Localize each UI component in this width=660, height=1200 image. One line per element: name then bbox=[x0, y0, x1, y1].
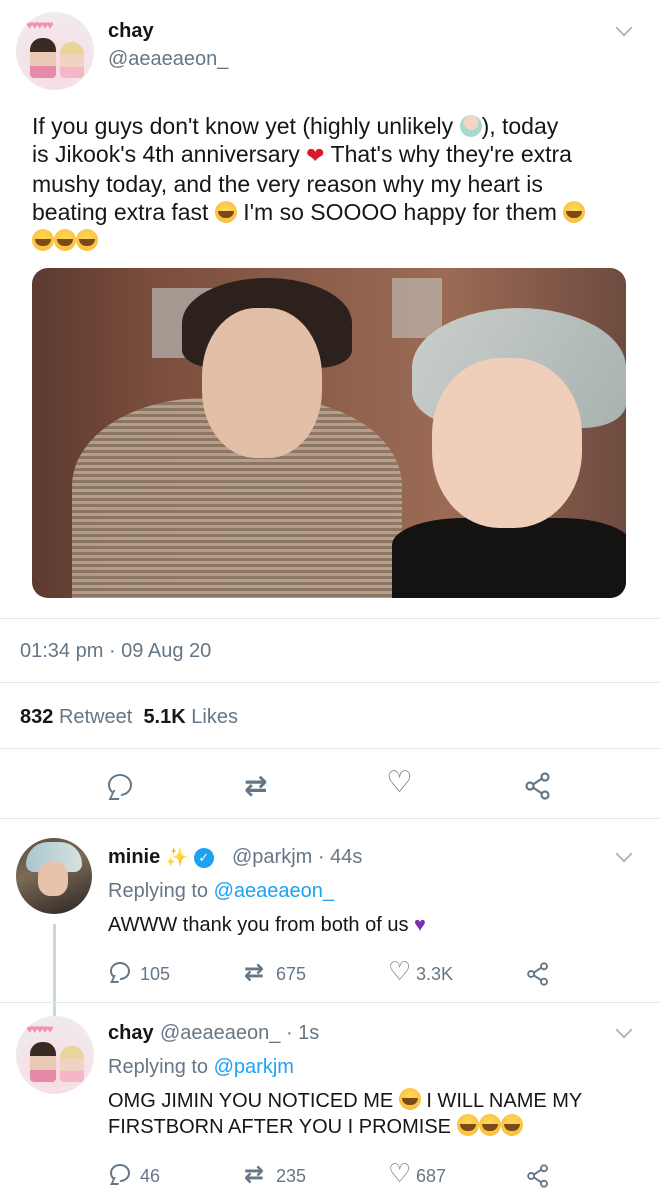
chevron-down-icon[interactable] bbox=[615, 1021, 633, 1039]
reply-author-name[interactable]: chay bbox=[108, 1022, 154, 1045]
reply-icon[interactable] bbox=[110, 1164, 130, 1182]
verified-badge-icon: ✓ bbox=[193, 848, 214, 868]
share-icon[interactable] bbox=[526, 962, 550, 986]
crying-emoji bbox=[478, 1114, 501, 1136]
crying-emoji bbox=[214, 201, 237, 223]
divider bbox=[0, 1002, 660, 1003]
retweet-count: 235 bbox=[276, 1166, 307, 1186]
tweet-text-line1b: ), today bbox=[481, 113, 559, 139]
tweet-timestamp[interactable]: 01:34 pm · 09 Aug 20 bbox=[20, 640, 211, 663]
avatar-figure-left bbox=[30, 38, 56, 78]
tweet-text: If you guys don't know yet (highly unlik… bbox=[32, 112, 632, 254]
reply-icon[interactable] bbox=[108, 774, 132, 796]
tweet-photo[interactable] bbox=[32, 268, 626, 598]
likes-label[interactable]: Likes bbox=[191, 706, 238, 728]
purple-heart-emoji: ♥ bbox=[414, 914, 426, 936]
reply-author-handle[interactable]: @parkjm · 44s bbox=[232, 846, 362, 869]
retweet-count: 675 bbox=[276, 964, 307, 984]
reply-avatar[interactable] bbox=[16, 838, 92, 914]
avatar-figure-right bbox=[60, 42, 84, 78]
retweet-count[interactable]: 832 bbox=[20, 706, 53, 728]
like-count[interactable]: 5.1K bbox=[143, 706, 185, 728]
chevron-down-icon[interactable] bbox=[615, 845, 633, 863]
divider bbox=[0, 618, 660, 619]
author-avatar[interactable]: ♥♥♥♥♥ bbox=[16, 12, 94, 90]
person-shrugging-emoji bbox=[459, 115, 482, 137]
retweet-icon[interactable]: ⇄ bbox=[244, 1160, 264, 1189]
chevron-down-icon[interactable] bbox=[615, 19, 633, 37]
share-icon[interactable] bbox=[524, 772, 552, 800]
reply-icon[interactable] bbox=[110, 962, 130, 980]
reply-text: OMG JIMIN YOU NOTICED ME I WILL NAME MY … bbox=[108, 1088, 583, 1138]
heart-icon[interactable]: ♡ bbox=[388, 1158, 411, 1189]
crying-emoji bbox=[76, 229, 98, 251]
crying-emoji bbox=[32, 229, 54, 251]
red-heart-emoji: ❤ bbox=[306, 143, 325, 168]
divider bbox=[0, 818, 660, 819]
like-count: 3.3K bbox=[416, 964, 454, 984]
tweet-text-line3: mushy today, and the very reason why my … bbox=[32, 171, 543, 197]
crying-emoji bbox=[398, 1088, 421, 1110]
like-count: 687 bbox=[416, 1166, 447, 1186]
tweet-text-line2a: is Jikook's 4th anniversary bbox=[32, 141, 307, 167]
tweet-text-line2b: That's why they're extra bbox=[324, 141, 572, 167]
reply-count: 46 bbox=[140, 1166, 161, 1186]
replying-to-link[interactable]: @parkjm bbox=[214, 1056, 294, 1078]
replying-to: Replying to @parkjm bbox=[108, 1056, 294, 1078]
sparkles-emoji: ✨ bbox=[165, 847, 189, 867]
crying-emoji bbox=[500, 1114, 523, 1136]
crying-emoji bbox=[456, 1114, 479, 1136]
author-name[interactable]: chay bbox=[108, 20, 154, 43]
author-handle[interactable]: @aeaeaeon_ bbox=[108, 48, 228, 71]
tweet-text-line4a: beating extra fast bbox=[32, 199, 215, 225]
replying-to-link[interactable]: @aeaeaeon_ bbox=[214, 880, 334, 902]
reply-avatar[interactable]: ♥♥♥♥♥ bbox=[16, 1016, 94, 1094]
retweet-icon[interactable]: ⇄ bbox=[244, 772, 267, 800]
retweet-label[interactable]: Retweet bbox=[59, 706, 132, 728]
retweet-icon[interactable]: ⇄ bbox=[244, 958, 264, 987]
divider bbox=[0, 748, 660, 749]
share-icon[interactable] bbox=[526, 1164, 550, 1188]
crying-emoji bbox=[54, 229, 76, 251]
hearts-decoration: ♥♥♥♥♥ bbox=[26, 1022, 54, 1036]
reply-count: 105 bbox=[140, 964, 171, 984]
heart-icon[interactable]: ♡ bbox=[388, 956, 411, 987]
tweet-text-line1: If you guys don't know yet (highly unlik… bbox=[32, 113, 460, 139]
hearts-decoration: ♥♥♥♥♥ bbox=[26, 18, 54, 32]
reply-text: AWWW thank you from both of us ♥ bbox=[108, 914, 426, 936]
reply-author-name[interactable]: minie ✨ ✓ bbox=[108, 846, 214, 869]
reply-author-handle[interactable]: @aeaeaeon_ · 1s bbox=[160, 1022, 319, 1045]
tweet-text-line4b: I'm so SOOOO happy for them bbox=[236, 199, 564, 225]
heart-icon[interactable]: ♡ bbox=[386, 768, 413, 798]
replying-to: Replying to @aeaeaeon_ bbox=[108, 880, 335, 902]
divider bbox=[0, 682, 660, 683]
crying-emoji bbox=[563, 201, 586, 223]
tweet-stats: 832 Retweet 5.1K Likes bbox=[20, 706, 238, 729]
